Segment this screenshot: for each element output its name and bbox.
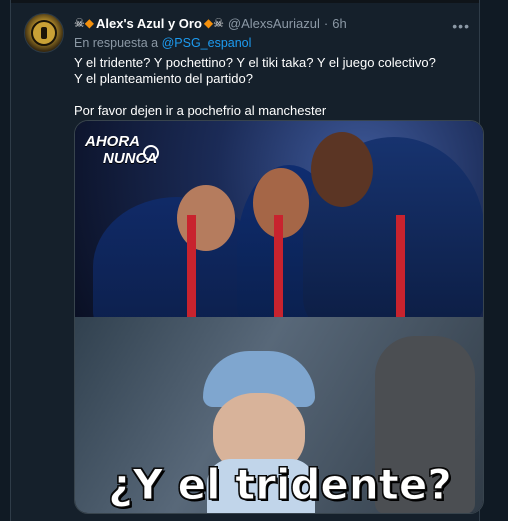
avatar-crest-icon [31, 20, 57, 46]
more-icon[interactable]: ••• [452, 18, 470, 34]
kit-stripe [187, 215, 196, 333]
orange-diamond-icon: ◆ [84, 16, 94, 30]
player-head-left [177, 185, 235, 251]
tweet-header: ☠ ◆ Alex's Azul y Oro ◆ ☠ @AlexsAuriazul… [74, 14, 347, 32]
separator-dot: · [323, 15, 329, 31]
author-handle[interactable]: @AlexsAuriazul [228, 16, 320, 31]
orange-diamond-icon: ◆ [203, 16, 214, 30]
logo-sphere-icon [143, 145, 159, 161]
meme-top-panel: AHORA NUNCA [75, 121, 483, 337]
author-name[interactable]: Alex's Azul y Oro [96, 16, 202, 31]
tweet[interactable]: ☠ ◆ Alex's Azul y Oro ◆ ☠ @AlexsAuriazul… [16, 8, 484, 521]
avatar[interactable] [24, 13, 64, 53]
left-frame-line [10, 0, 11, 521]
left-gutter [0, 0, 10, 521]
timestamp[interactable]: 6h [332, 16, 346, 31]
kit-stripe [396, 215, 405, 333]
skull-icon: ☠ [213, 16, 224, 30]
tweet-text-line2: Y el planteamiento del partido? [74, 71, 253, 86]
kit-stripe [274, 215, 283, 333]
tweet-media[interactable]: AHORA NUNCA ¿Y el tridente? [74, 120, 484, 514]
tweet-text-line1: Y el tridente? Y pochettino? Y el tiki t… [74, 55, 436, 70]
reply-handle-link[interactable]: @PSG_espanol [162, 36, 252, 50]
reply-prefix: En respuesta a [74, 36, 159, 50]
right-gutter [480, 0, 508, 521]
tweet-text-line3: Por favor dejen ir a pochefrio al manche… [74, 103, 327, 118]
meme-caption: ¿Y el tridente? [108, 460, 452, 509]
player-head-right [311, 132, 373, 207]
top-border [0, 0, 508, 3]
skull-icon: ☠ [74, 16, 85, 30]
ahora-nunca-logo: AHORA NUNCA [85, 133, 161, 175]
reply-context: En respuesta a @PSG_espanol [74, 36, 251, 50]
